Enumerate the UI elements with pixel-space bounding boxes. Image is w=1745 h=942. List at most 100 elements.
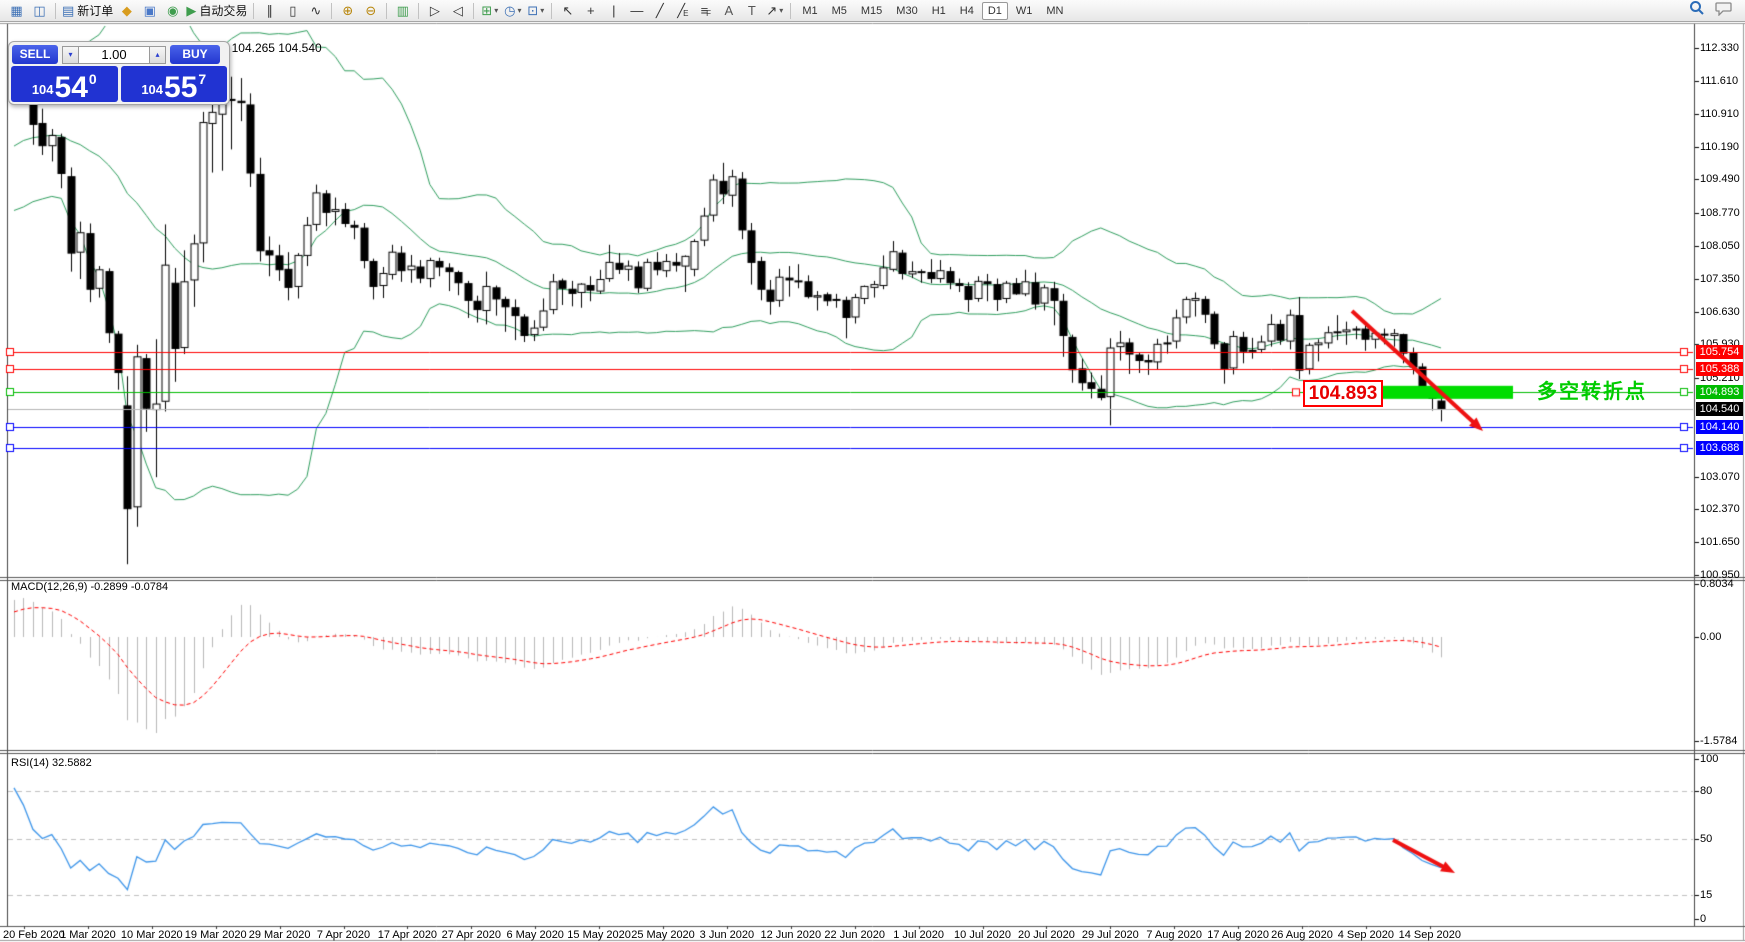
- vertical-line-icon[interactable]: |: [602, 2, 625, 20]
- search-icon[interactable]: [1689, 0, 1705, 21]
- price-tick: 112.330: [1700, 42, 1739, 54]
- date-tick: 6 May 2020: [506, 929, 563, 941]
- template-icon[interactable]: ⊡▾: [524, 2, 547, 20]
- zoom-out-icon[interactable]: ⊖: [359, 2, 382, 20]
- rsi-axis-tick: 0: [1700, 913, 1706, 925]
- deposit-icon[interactable]: ◆: [115, 2, 138, 20]
- date-tick: 7 Apr 2020: [317, 929, 370, 941]
- data-window-icon: ◁: [453, 4, 463, 17]
- timeframe-h1[interactable]: H1: [926, 2, 952, 20]
- timeframe-m15[interactable]: M15: [855, 2, 888, 20]
- text-label-icon[interactable]: T: [740, 2, 763, 20]
- price-tick: 108.770: [1700, 207, 1740, 219]
- cursor-icon[interactable]: ↖: [556, 2, 579, 20]
- chevron-down-icon[interactable]: ▾: [540, 6, 544, 15]
- price-tick: 102.370: [1700, 503, 1740, 515]
- indicator-list-icon: ▷: [430, 4, 440, 17]
- chart-canvas[interactable]: [0, 0, 1745, 942]
- autotrading-icon[interactable]: ▶自动交易: [184, 2, 249, 20]
- rsi-axis-tick: 50: [1700, 833, 1712, 845]
- timeframe-d1[interactable]: D1: [982, 2, 1008, 20]
- chart-window-icon[interactable]: ▦: [5, 2, 28, 20]
- price-tick: 109.490: [1700, 173, 1740, 185]
- volume-field[interactable]: 1.00: [79, 46, 149, 64]
- price-tick: 101.650: [1700, 536, 1740, 548]
- macd-axis-tick: 0.00: [1700, 631, 1721, 643]
- community-icon[interactable]: [1715, 1, 1733, 21]
- text-icon[interactable]: A: [717, 2, 740, 20]
- bar-chart-icon[interactable]: ∥: [258, 2, 281, 20]
- buy-price-big: 55: [164, 74, 197, 101]
- new-order-icon[interactable]: ▤新订单: [60, 2, 115, 20]
- trendline-icon[interactable]: ╱: [648, 2, 671, 20]
- date-tick: 29 Mar 2020: [249, 929, 311, 941]
- buy-price-box[interactable]: 104 55 7: [121, 66, 228, 102]
- autotrading-label: 自动交易: [199, 2, 247, 19]
- cursor-icon: ↖: [562, 4, 573, 17]
- volume-decrease-icon[interactable]: ▾: [62, 46, 79, 64]
- crosshair-icon[interactable]: +: [579, 2, 602, 20]
- add-indicator-icon: ⊞: [481, 4, 492, 17]
- pivot-price-label[interactable]: 104.893: [1303, 380, 1383, 407]
- autotrading-icon: ▶: [186, 4, 196, 17]
- toolbar-buttons: ▦◫▤新订单◆▣◉▶自动交易∥▯∿⊕⊖▥▷◁⊞▾◷▾⊡▾↖+|—╱╱E≡FAT↗…: [5, 2, 786, 20]
- chevron-down-icon[interactable]: ▾: [779, 6, 783, 15]
- toolbar-separator: [386, 3, 387, 19]
- volume-increase-icon[interactable]: ▴: [149, 46, 166, 64]
- toolbar-separator: [551, 3, 552, 19]
- timeframe-h4[interactable]: H4: [954, 2, 980, 20]
- horizontal-line-icon: —: [630, 4, 643, 17]
- date-tick: 14 Sep 2020: [1399, 929, 1461, 941]
- trade-panel-row: SELL ▾ 1.00 ▴ BUY: [12, 45, 226, 64]
- expert-advisors-icon[interactable]: ▣: [138, 2, 161, 20]
- date-tick: 17 Aug 2020: [1207, 929, 1269, 941]
- date-tick: 29 Jul 2020: [1082, 929, 1139, 941]
- timeframe-m30[interactable]: M30: [890, 2, 923, 20]
- rsi-axis-tick: 80: [1700, 785, 1712, 797]
- rsi-axis-tick: 100: [1700, 753, 1718, 765]
- arrows-icon[interactable]: ↗▾: [763, 2, 786, 20]
- toolbar-separator: [253, 3, 254, 19]
- tile-windows-icon[interactable]: ▥: [391, 2, 414, 20]
- buy-button[interactable]: BUY: [170, 45, 220, 64]
- timeframe-mn[interactable]: MN: [1040, 2, 1069, 20]
- line-chart-icon[interactable]: ∿: [304, 2, 327, 20]
- macd-label: MACD(12,26,9) -0.2899 -0.0784: [11, 581, 168, 593]
- price-tick: 110.910: [1700, 108, 1739, 120]
- date-tick: 4 Sep 2020: [1338, 929, 1394, 941]
- chevron-down-icon[interactable]: ▾: [494, 6, 498, 15]
- deposit-icon: ◆: [122, 4, 132, 17]
- timeframe-m1[interactable]: M1: [796, 2, 823, 20]
- sell-price-box[interactable]: 104 54 0: [11, 66, 118, 102]
- tile-windows-icon: ▥: [397, 4, 409, 17]
- add-indicator-icon[interactable]: ⊞▾: [478, 2, 501, 20]
- price-line-badge: 103.688: [1696, 441, 1743, 455]
- data-window-icon[interactable]: ◁: [446, 2, 469, 20]
- price-tick: 107.350: [1700, 273, 1740, 285]
- signals-icon[interactable]: ◉: [161, 2, 184, 20]
- fibonacci-icon[interactable]: ≡F: [694, 2, 717, 20]
- period-icon[interactable]: ◷▾: [501, 2, 524, 20]
- profiles-icon[interactable]: ◫: [28, 2, 51, 20]
- timeframe-w1[interactable]: W1: [1010, 2, 1039, 20]
- date-tick: 3 Jun 2020: [700, 929, 754, 941]
- channel-icon[interactable]: ╱E: [671, 2, 694, 20]
- date-tick: 25 May 2020: [631, 929, 695, 941]
- sell-button[interactable]: SELL: [12, 45, 58, 64]
- horizontal-line-icon[interactable]: —: [625, 2, 648, 20]
- zoom-in-icon[interactable]: ⊕: [336, 2, 359, 20]
- macd-axis-tick: 0.8034: [1700, 578, 1734, 590]
- sell-price-big: 54: [55, 74, 88, 101]
- chevron-down-icon[interactable]: ▾: [517, 6, 521, 15]
- pivot-annotation-text[interactable]: 多空转折点: [1537, 375, 1647, 404]
- date-tick: 26 Aug 2020: [1271, 929, 1333, 941]
- toolbar-separator: [331, 3, 332, 19]
- timeframe-m5[interactable]: M5: [826, 2, 853, 20]
- vertical-line-icon: |: [612, 4, 615, 17]
- date-tick: 7 Aug 2020: [1146, 929, 1202, 941]
- one-click-trading-panel: SELL ▾ 1.00 ▴ BUY 104 54 0 104 55 7: [8, 41, 230, 105]
- macd-axis-tick: -1.5784: [1700, 735, 1737, 747]
- candlestick-chart-icon[interactable]: ▯: [281, 2, 304, 20]
- toolbar-right: [1689, 0, 1733, 21]
- indicator-list-icon[interactable]: ▷: [423, 2, 446, 20]
